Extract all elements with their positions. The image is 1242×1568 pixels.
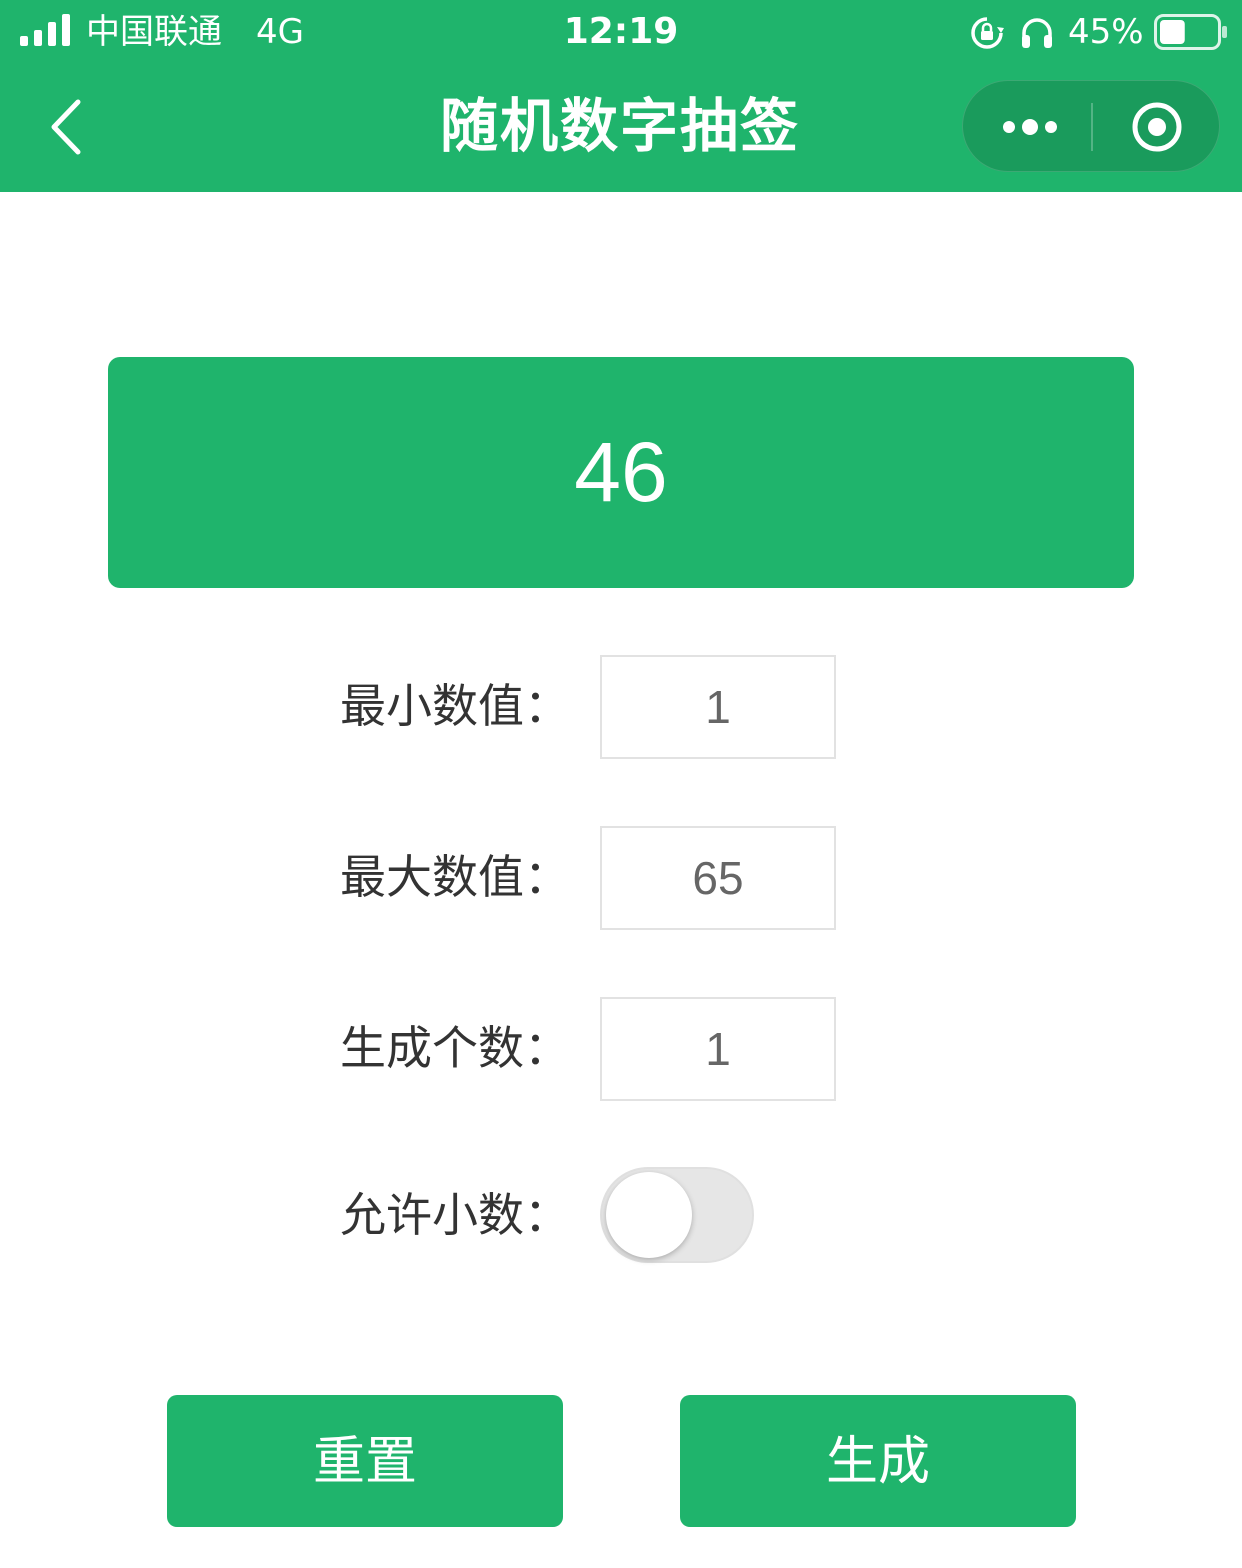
page-title: 随机数字抽签	[439, 92, 800, 160]
target-close-icon	[1132, 102, 1182, 152]
more-button[interactable]	[963, 81, 1091, 173]
result-panel: 46	[108, 357, 1134, 588]
min-value-input[interactable]	[600, 655, 836, 759]
chevron-left-icon	[51, 99, 81, 155]
battery-icon	[1154, 14, 1227, 50]
carrier-name: 中国联通	[86, 12, 222, 52]
network-type: 4G	[256, 12, 304, 52]
count-label: 生成个数：	[340, 1021, 570, 1075]
close-button[interactable]	[1093, 81, 1221, 173]
allow-decimal-label: 允许小数：	[340, 1188, 570, 1242]
max-value-label: 最大数值：	[340, 850, 570, 904]
toggle-knob	[606, 1172, 692, 1258]
reset-button[interactable]: 重置	[167, 1395, 563, 1527]
signal-icon	[20, 14, 70, 46]
max-value-input[interactable]	[600, 826, 836, 930]
status-time: 12:19	[563, 11, 679, 52]
mini-program-capsule	[962, 80, 1220, 172]
result-number: 46	[574, 425, 668, 519]
headphones-icon	[1022, 18, 1052, 48]
generate-button[interactable]: 生成	[680, 1395, 1076, 1527]
min-value-label: 最小数值：	[340, 679, 570, 733]
battery-percentage: 45%	[1068, 12, 1144, 52]
rotation-lock-icon	[971, 17, 1004, 49]
allow-decimal-toggle[interactable]	[600, 1167, 754, 1263]
more-dots-icon	[1003, 119, 1057, 135]
count-input[interactable]	[600, 997, 836, 1101]
top-bar: 中国联通 4G 12:19 45% 随机数字抽签	[0, 0, 1242, 192]
back-button[interactable]	[36, 92, 96, 162]
